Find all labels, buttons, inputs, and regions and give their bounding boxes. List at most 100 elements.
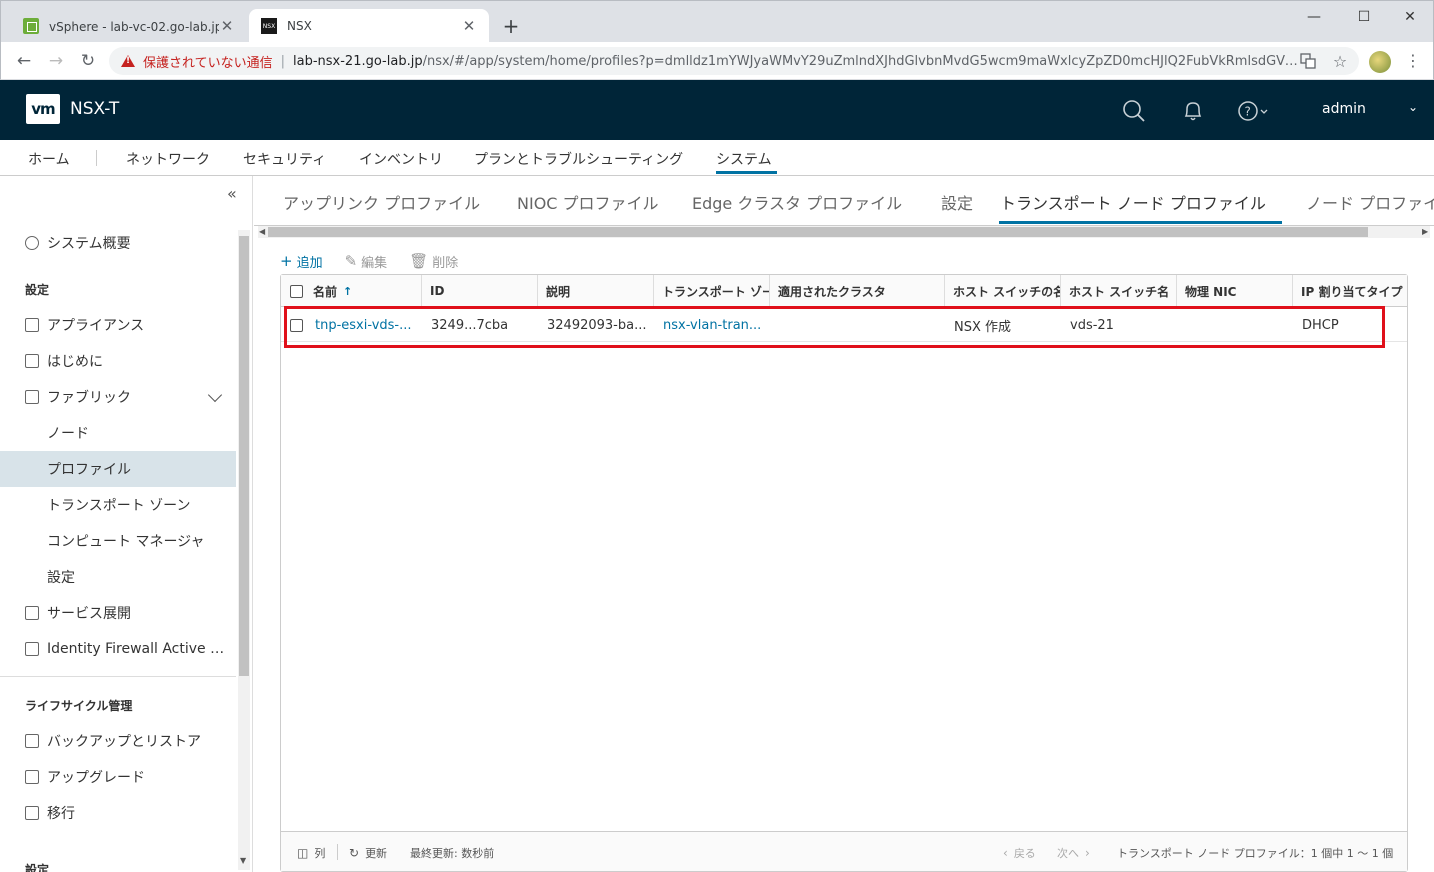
close-icon[interactable]: ✕ xyxy=(461,17,477,35)
back-icon[interactable]: ← xyxy=(13,50,35,72)
browser-toolbar: ← → ↻ 保護されていない通信 | lab-nsx-21.go-lab.jp … xyxy=(0,42,1434,80)
scrollbar-thumb[interactable] xyxy=(239,236,249,676)
browser-tab-strip: vSphere - lab-vc-02.go-lab.jp - サ ✕ NSX … xyxy=(0,0,1434,43)
tab-nioc-profiles[interactable]: NIOC プロファイル xyxy=(517,190,659,214)
sidebar-item-service-deployment[interactable]: サービス展開 xyxy=(0,595,236,631)
close-icon[interactable]: ✕ xyxy=(219,17,235,35)
reload-icon[interactable]: ↻ xyxy=(77,50,99,72)
bookmark-star-icon[interactable]: ☆ xyxy=(1331,52,1349,71)
column-header-applied-cluster[interactable]: 適用されたクラスタ xyxy=(769,275,944,307)
next-page-button[interactable]: 次へ › xyxy=(1057,845,1090,861)
tab-edge-cluster-profiles[interactable]: Edge クラスタ プロファイル xyxy=(692,190,902,214)
forward-icon[interactable]: → xyxy=(45,50,67,72)
column-header-id[interactable]: ID xyxy=(421,275,537,307)
column-header-host-switch-mode[interactable]: ホスト スイッチの名前 xyxy=(944,275,1060,307)
nav-plan-troubleshoot[interactable]: プランとトラブルシューティング xyxy=(474,149,683,169)
plus-icon: + xyxy=(280,252,293,270)
profile-tabs: アップリンク プロファイル NIOC プロファイル Edge クラスタ プロファ… xyxy=(254,176,1434,226)
scroll-right-icon[interactable]: ▶ xyxy=(1422,226,1428,238)
select-all-checkbox[interactable] xyxy=(281,275,305,307)
tabs-scrollbar[interactable]: ◀ ▶ xyxy=(258,226,1430,238)
pencil-icon: ✎ xyxy=(344,252,358,270)
sidebar-item-backup-restore[interactable]: バックアップとリストア xyxy=(0,723,236,759)
tab-node-profiles[interactable]: ノード プロファイル xyxy=(1306,190,1434,214)
column-header-name[interactable]: 名前 ↑ xyxy=(305,275,421,307)
browser-tab-nsx[interactable]: NSX NSX ✕ xyxy=(249,9,489,43)
user-menu[interactable]: admin xyxy=(1322,101,1366,117)
prev-page-button[interactable]: ‹ 戻る xyxy=(1003,845,1036,861)
browser-menu-icon[interactable]: ⋮ xyxy=(1405,51,1421,73)
window-close-icon[interactable]: ✕ xyxy=(1387,5,1433,29)
upgrade-icon xyxy=(25,770,39,784)
sidebar-item-overview[interactable]: システム概要 xyxy=(0,225,236,261)
url-path: /nsx/#/app/system/home/profiles?p=dmlldz… xyxy=(422,53,1303,69)
column-header-ip-assignment[interactable]: IP 割り当てタイプ xyxy=(1292,275,1407,307)
bell-icon[interactable] xyxy=(1180,98,1206,124)
column-header-host-switch-name[interactable]: ホスト スイッチ名 xyxy=(1060,275,1176,307)
sidebar-item-fabric[interactable]: ファブリック xyxy=(0,379,236,415)
edit-button[interactable]: ✎ 編集 xyxy=(345,252,388,271)
cell-id: 3249...7cba xyxy=(431,317,509,333)
sidebar-scrollbar[interactable] xyxy=(238,230,250,870)
sidebar-item-profiles[interactable]: プロファイル xyxy=(0,451,236,487)
column-header-description[interactable]: 説明 xyxy=(537,275,653,307)
backup-icon xyxy=(25,734,39,748)
add-button[interactable]: + 追加 xyxy=(280,252,323,271)
new-tab-icon[interactable]: + xyxy=(501,15,521,37)
delete-button[interactable]: 🗑 削除 xyxy=(409,252,458,271)
nsx-icon: NSX xyxy=(261,18,277,34)
transport-zone-link[interactable]: nsx-vlan-tran... xyxy=(655,308,769,342)
sort-ascending-icon[interactable]: ↑ xyxy=(343,285,352,298)
column-header-physical-nic[interactable]: 物理 NIC xyxy=(1176,275,1292,307)
sidebar-item-migrate[interactable]: 移行 xyxy=(0,795,236,831)
grid-actions: + 追加 ✎ 編集 🗑 削除 xyxy=(280,251,480,271)
active-nav-indicator xyxy=(716,171,777,174)
browser-tab-vsphere[interactable]: vSphere - lab-vc-02.go-lab.jp - サ ✕ xyxy=(11,9,247,43)
table-row[interactable]: tnp-esxi-vds-... 3249...7cba 32492093-ba… xyxy=(281,308,1407,342)
chevron-down-icon[interactable] xyxy=(207,387,223,403)
scroll-down-icon[interactable]: ▼ xyxy=(240,856,246,865)
maximize-icon[interactable]: ☐ xyxy=(1341,5,1387,29)
scroll-left-icon[interactable]: ◀ xyxy=(259,226,265,238)
help-icon[interactable]: ? xyxy=(1236,98,1276,124)
translate-icon[interactable] xyxy=(1299,52,1317,70)
sidebar-item-appliance[interactable]: アプライアンス xyxy=(0,307,236,343)
nav-network[interactable]: ネットワーク xyxy=(126,149,210,169)
sidebar-item-nodes[interactable]: ノード xyxy=(0,415,236,451)
tab-transport-node-profiles[interactable]: トランスポート ノード プロファイル xyxy=(1000,190,1266,214)
chevron-down-icon[interactable]: ⌄ xyxy=(1408,100,1418,114)
nav-inventory[interactable]: インベントリ xyxy=(359,149,443,169)
tab-title: NSX xyxy=(287,19,312,33)
nav-security[interactable]: セキュリティ xyxy=(243,149,326,169)
chevron-left-icon: ‹ xyxy=(1003,846,1008,860)
tab-uplink-profiles[interactable]: アップリンク プロファイル xyxy=(283,190,480,214)
sidebar-item-identity-firewall[interactable]: Identity Firewall Active Directory xyxy=(0,631,236,667)
sidebar-item-fabric-settings[interactable]: 設定 xyxy=(0,559,236,595)
nav-home[interactable]: ホーム xyxy=(28,149,70,169)
tab-settings[interactable]: 設定 xyxy=(941,190,973,214)
svg-text:?: ? xyxy=(1245,105,1251,119)
search-icon[interactable] xyxy=(1121,98,1147,124)
minimize-icon[interactable]: — xyxy=(1291,5,1337,29)
nav-system[interactable]: システム xyxy=(716,149,772,169)
row-checkbox[interactable] xyxy=(281,308,305,342)
sidebar-item-upgrade[interactable]: アップグレード xyxy=(0,759,236,795)
sidebar-item-transport-zones[interactable]: トランスポート ゾーン xyxy=(0,487,236,523)
sidebar: « システム概要 設定 アプライアンス はじめに ファブリック ノード プロファ… xyxy=(0,176,253,872)
profile-avatar[interactable] xyxy=(1369,51,1391,73)
sidebar-item-getting-started[interactable]: はじめに xyxy=(0,343,236,379)
scrollbar-thumb[interactable] xyxy=(268,227,1368,237)
last-updated: 最終更新: 数秒前 xyxy=(410,847,495,860)
columns-icon: ◫ xyxy=(297,846,309,860)
active-tab-indicator xyxy=(999,221,1282,224)
address-bar[interactable]: 保護されていない通信 | lab-nsx-21.go-lab.jp /nsx/#… xyxy=(109,47,1359,75)
profile-name-link[interactable]: tnp-esxi-vds-... xyxy=(307,308,421,342)
sidebar-item-compute-managers[interactable]: コンピュート マネージャ xyxy=(0,523,236,559)
pagination-summary: トランスポート ノード プロファイル：1 個中 1 ～ 1 個 xyxy=(1117,847,1394,860)
vsphere-icon xyxy=(23,18,39,34)
trash-icon: 🗑 xyxy=(409,252,429,270)
column-toggle-button[interactable]: ◫ 列 xyxy=(297,845,325,861)
refresh-button[interactable]: ↻ 更新 xyxy=(349,845,387,861)
collapse-sidebar-icon[interactable]: « xyxy=(227,184,237,203)
column-header-transport-zone[interactable]: トランスポート ゾーン xyxy=(653,275,769,307)
